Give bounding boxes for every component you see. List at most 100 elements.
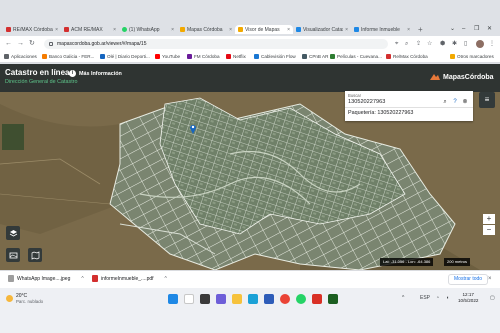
extension-icon[interactable]: ⬢ bbox=[440, 40, 445, 48]
tab-visor-de-mapas[interactable]: Visor de Mapas × bbox=[235, 25, 293, 34]
reload-icon[interactable]: ↻ bbox=[29, 39, 35, 48]
tab-acm-remax[interactable]: ACM RE/MAX × bbox=[61, 25, 119, 34]
download-name: WhatsApp Image....jpeg bbox=[17, 275, 71, 282]
search-taskbar-icon[interactable] bbox=[184, 294, 194, 304]
volume-icon[interactable]: ◖ bbox=[446, 295, 449, 301]
tray-chevron-icon[interactable]: ^ bbox=[402, 295, 404, 301]
search-suggestion[interactable]: Paquetería: 130520227963 bbox=[345, 107, 473, 118]
bookmark-star-icon[interactable]: ☆ bbox=[427, 40, 432, 48]
search-input[interactable] bbox=[348, 98, 442, 106]
forward-arrow-icon[interactable]: → bbox=[17, 39, 24, 48]
search-page-icon[interactable]: ⌕ bbox=[405, 40, 408, 48]
bookmark-ole[interactable]: Olé | Diario Deporti... bbox=[100, 54, 150, 59]
chevron-up-icon[interactable]: ^ bbox=[81, 276, 83, 282]
chrome-icon[interactable] bbox=[280, 294, 290, 304]
minimize-icon[interactable]: – bbox=[462, 25, 465, 34]
bookmark-banco-galicia[interactable]: Banco Galicia - FER... bbox=[42, 54, 94, 59]
zoom-in-button[interactable]: + bbox=[483, 214, 495, 224]
partly-cloudy-icon bbox=[6, 295, 13, 302]
map-view-button[interactable] bbox=[28, 248, 42, 262]
wifi-icon[interactable]: ◔ bbox=[436, 295, 439, 301]
bookmark-label: Banco Galicia - FER... bbox=[49, 54, 95, 59]
tab-visualizador-catastral[interactable]: Visualizador Catas × bbox=[293, 25, 351, 34]
basemap-button[interactable] bbox=[6, 248, 20, 262]
map-page: Catastro en línea Dirección General de C… bbox=[0, 64, 500, 270]
bookmark-remax[interactable]: Re/Max Córdoba bbox=[386, 54, 428, 59]
zoom-out-button[interactable]: − bbox=[483, 225, 495, 235]
mapas-favicon-icon bbox=[238, 27, 243, 32]
bookmarks-bar: Aplicaciones Banco Galicia - FER... Olé … bbox=[0, 52, 500, 63]
tab-informe-inmueble[interactable]: Informe Inmueble × bbox=[351, 25, 413, 34]
more-info-label: Más Información bbox=[79, 70, 122, 77]
download-item[interactable]: informeInmueble_....pdf ^ bbox=[92, 275, 167, 282]
share-icon[interactable]: ⇪ bbox=[416, 40, 421, 48]
maximize-icon[interactable]: ❐ bbox=[474, 25, 479, 34]
layers-button[interactable] bbox=[6, 226, 20, 240]
extensions-puzzle-icon[interactable]: ✱ bbox=[452, 40, 457, 48]
app-menu-button[interactable]: ≡ bbox=[479, 92, 495, 108]
download-item[interactable]: WhatsApp Image....jpeg ^ bbox=[8, 275, 84, 282]
tab-search-icon[interactable]: ⌄ bbox=[450, 25, 455, 34]
sidebar-icon[interactable]: ▯ bbox=[464, 40, 467, 48]
flow-icon bbox=[254, 54, 259, 59]
chevron-up-icon[interactable]: ^ bbox=[165, 276, 167, 282]
bookmark-youtube[interactable]: YouTube bbox=[155, 54, 180, 59]
location-icon[interactable]: ⌖ bbox=[395, 40, 398, 48]
bookmark-cablevision[interactable]: Cablevisión Flow bbox=[254, 54, 296, 59]
pdf-file-icon bbox=[92, 275, 98, 282]
windows-start-icon[interactable] bbox=[168, 294, 178, 304]
clear-search-icon[interactable]: ⊗ bbox=[461, 98, 469, 106]
bookmark-label: Cablevisión Flow bbox=[261, 54, 296, 59]
whatsapp-taskbar-icon[interactable] bbox=[296, 294, 306, 304]
bookmark-other-folder[interactable]: Otros marcadores bbox=[450, 54, 494, 59]
close-tab-icon[interactable]: × bbox=[287, 27, 290, 33]
acrobat-icon[interactable] bbox=[312, 294, 322, 304]
notifications-icon[interactable]: ▢ bbox=[490, 295, 495, 301]
bookmark-netflix[interactable]: Netflix bbox=[226, 54, 246, 59]
bookmark-cuevana[interactable]: Películas - Cuevana... bbox=[330, 54, 382, 59]
back-arrow-icon[interactable]: ← bbox=[5, 39, 12, 48]
help-icon[interactable]: ? bbox=[451, 98, 459, 106]
tab-mapas-cordoba[interactable]: Mapas Córdoba × bbox=[177, 25, 235, 34]
close-window-icon[interactable]: ✕ bbox=[487, 25, 492, 34]
close-tab-icon[interactable]: × bbox=[171, 27, 174, 33]
brand-name: MapasCórdoba bbox=[443, 73, 494, 81]
taskbar-clock[interactable]: 12:17 10/5/2022 bbox=[458, 292, 478, 304]
profile-avatar[interactable] bbox=[476, 40, 484, 48]
tab-whatsapp[interactable]: (1) WhatsApp × bbox=[119, 25, 177, 34]
edge-icon[interactable] bbox=[248, 294, 258, 304]
close-tab-icon[interactable]: × bbox=[345, 27, 348, 33]
close-tab-icon[interactable]: × bbox=[55, 27, 58, 33]
task-view-icon[interactable] bbox=[200, 294, 210, 304]
new-tab-button[interactable]: + bbox=[418, 25, 423, 34]
bookmark-label: CPnB AR bbox=[309, 54, 329, 59]
youtube-icon bbox=[155, 54, 160, 59]
more-info-button[interactable]: i Más Información bbox=[69, 70, 122, 77]
app-header: Catastro en línea Dirección General de C… bbox=[0, 64, 500, 92]
catastro-favicon-icon bbox=[296, 27, 301, 32]
language-indicator[interactable]: ESP bbox=[420, 295, 430, 301]
teams-icon[interactable] bbox=[216, 294, 226, 304]
excel-icon[interactable] bbox=[328, 294, 338, 304]
search-icon[interactable]: ⌕ bbox=[441, 98, 449, 106]
weather-widget[interactable]: 20°C Parc. nublado bbox=[6, 293, 43, 304]
basemap-icon bbox=[9, 252, 17, 258]
coordinates-readout: Lat: -31.056 - Lon: -64.386 bbox=[380, 258, 434, 266]
close-tab-icon[interactable]: × bbox=[407, 27, 410, 33]
tab-remax-cordoba[interactable]: RE/MAX Córdoba × bbox=[3, 25, 61, 34]
bookmark-apps[interactable]: Aplicaciones bbox=[4, 54, 37, 59]
address-bar[interactable]: mapascordoba.gob.ar/viewer/#/mapa/15 bbox=[44, 39, 388, 49]
close-downloads-icon[interactable]: × bbox=[488, 276, 492, 282]
bookmark-cpnb[interactable]: CPnB AR bbox=[302, 54, 328, 59]
layers-icon bbox=[9, 229, 17, 236]
show-all-downloads-button[interactable]: Mostrar todo bbox=[448, 274, 489, 285]
bookmark-fm-cordoba[interactable]: FM Córdoba bbox=[187, 54, 220, 59]
store-icon[interactable] bbox=[264, 294, 274, 304]
file-explorer-icon[interactable] bbox=[232, 294, 242, 304]
close-tab-icon[interactable]: × bbox=[113, 27, 116, 33]
bookmark-label: Netflix bbox=[233, 54, 246, 59]
close-tab-icon[interactable]: × bbox=[229, 27, 232, 33]
cuevana-icon bbox=[330, 54, 335, 59]
hamburger-icon: ≡ bbox=[484, 95, 490, 104]
browser-menu-icon[interactable]: ⋮ bbox=[489, 40, 495, 48]
